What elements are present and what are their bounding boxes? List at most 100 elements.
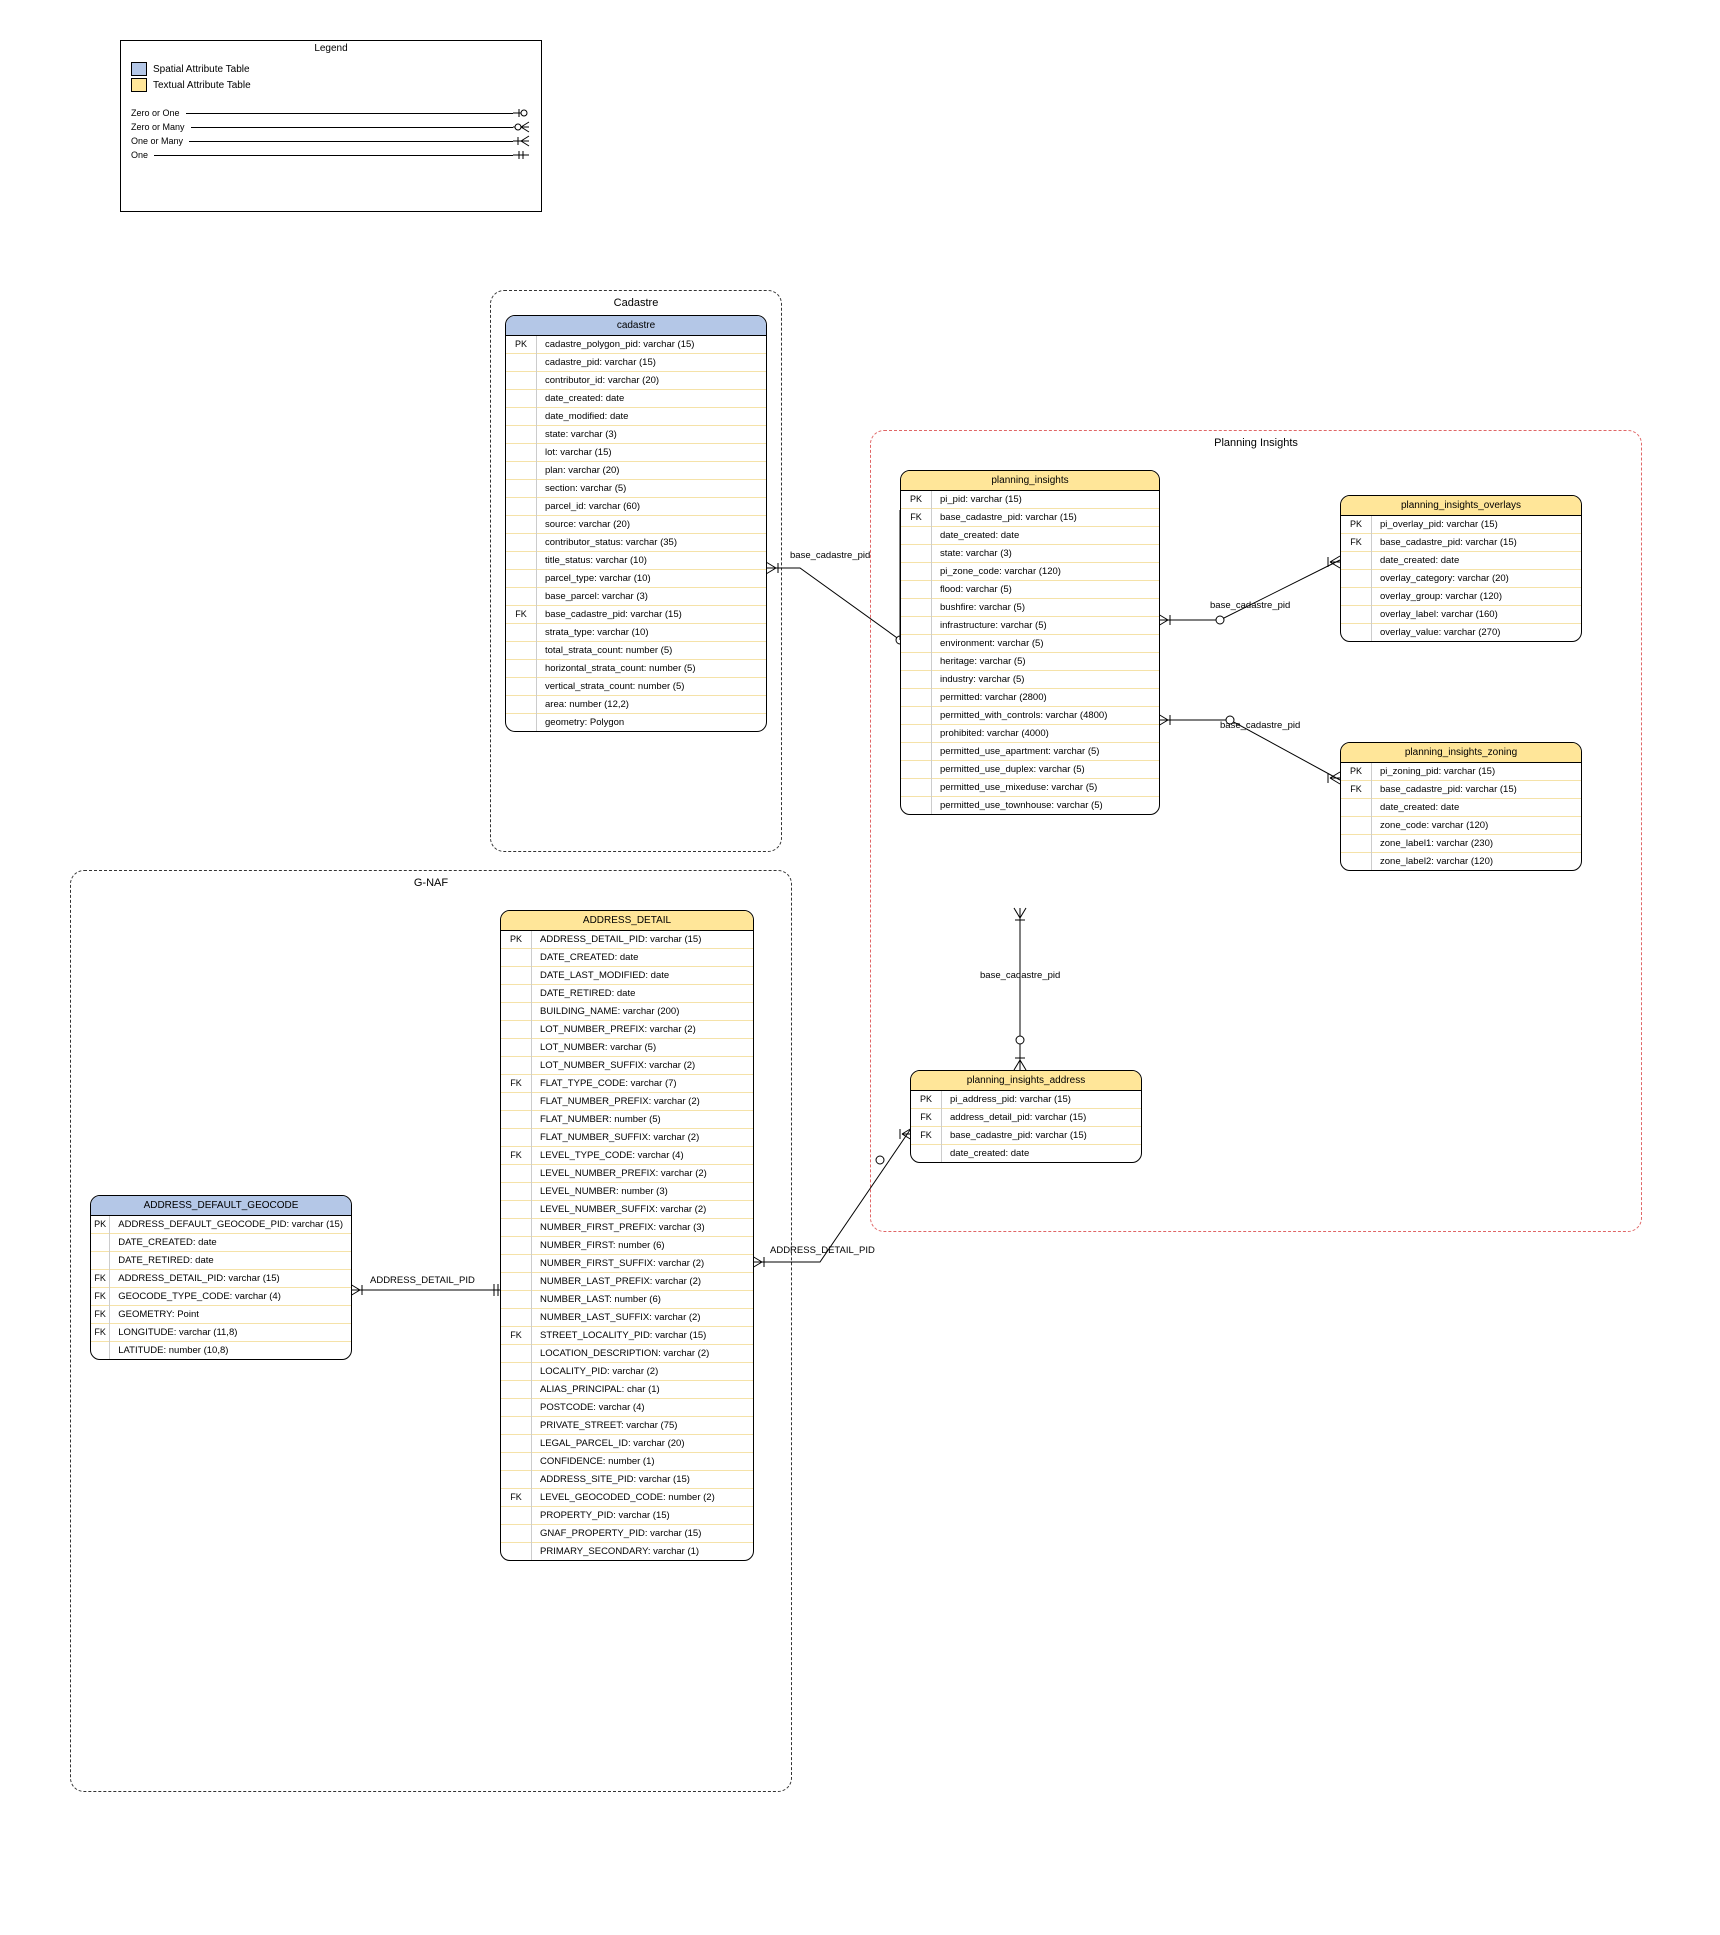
legend-label-spatial: Spatial Attribute Table bbox=[153, 64, 250, 75]
entity-field: FLAT_NUMBER: number (5) bbox=[532, 1111, 754, 1129]
entity-key bbox=[506, 426, 537, 444]
entity-row: PKpi_address_pid: varchar (15) bbox=[911, 1091, 1141, 1109]
entity-row: FKbase_cadastre_pid: varchar (15) bbox=[506, 606, 766, 624]
entity-field: ADDRESS_DETAIL_PID: varchar (15) bbox=[532, 931, 754, 949]
entity-key bbox=[501, 1021, 532, 1039]
entity-row: LOT_NUMBER_SUFFIX: varchar (2) bbox=[501, 1057, 753, 1075]
entity-row: vertical_strata_count: number (5) bbox=[506, 678, 766, 696]
entity-field: date_created: date bbox=[1372, 552, 1582, 570]
entity-row: date_modified: date bbox=[506, 408, 766, 426]
entity-field: DATE_RETIRED: date bbox=[532, 985, 754, 1003]
entity-field: pi_zoning_pid: varchar (15) bbox=[1372, 763, 1582, 781]
entity-row: LOT_NUMBER_PREFIX: varchar (2) bbox=[501, 1021, 753, 1039]
entity-field: source: varchar (20) bbox=[537, 516, 767, 534]
entity-row: PKADDRESS_DEFAULT_GEOCODE_PID: varchar (… bbox=[91, 1216, 351, 1234]
entity-header: planning_insights_overlays bbox=[1341, 496, 1581, 516]
entity-field: base_cadastre_pid: varchar (15) bbox=[942, 1127, 1142, 1145]
rel-label-bc4: base_cadastre_pid bbox=[980, 970, 1060, 981]
entity-key: PK bbox=[1341, 516, 1372, 534]
entity-key: FK bbox=[501, 1147, 532, 1165]
entity-row: date_created: date bbox=[1341, 799, 1581, 817]
entity-key bbox=[501, 1093, 532, 1111]
entity-row: FKSTREET_LOCALITY_PID: varchar (15) bbox=[501, 1327, 753, 1345]
entity-header: ADDRESS_DETAIL bbox=[501, 911, 753, 931]
legend-crow-one-many: One or Many bbox=[131, 136, 183, 146]
entity-key bbox=[1341, 552, 1372, 570]
entity-key: FK bbox=[1341, 781, 1372, 799]
entity-field: lot: varchar (15) bbox=[537, 444, 767, 462]
entity-key bbox=[91, 1252, 110, 1270]
entity-row: FKbase_cadastre_pid: varchar (15) bbox=[901, 509, 1159, 527]
entity-planning-insights-zoning: planning_insights_zoningPKpi_zoning_pid:… bbox=[1340, 742, 1582, 871]
entity-row: DATE_CREATED: date bbox=[91, 1234, 351, 1252]
entity-row: heritage: varchar (5) bbox=[901, 653, 1159, 671]
entity-field: total_strata_count: number (5) bbox=[537, 642, 767, 660]
entity-key bbox=[501, 1453, 532, 1471]
group-title-planning: Planning Insights bbox=[871, 437, 1641, 449]
entity-key bbox=[501, 1363, 532, 1381]
entity-row: date_created: date bbox=[506, 390, 766, 408]
entity-row: FKbase_cadastre_pid: varchar (15) bbox=[1341, 781, 1581, 799]
rel-label-adp1: ADDRESS_DETAIL_PID bbox=[370, 1275, 475, 1286]
entity-key bbox=[506, 696, 537, 714]
entity-key bbox=[506, 642, 537, 660]
entity-field: base_cadastre_pid: varchar (15) bbox=[537, 606, 767, 624]
entity-row: date_created: date bbox=[1341, 552, 1581, 570]
entity-field: permitted_use_mixeduse: varchar (5) bbox=[932, 779, 1160, 797]
entity-field: NUMBER_FIRST: number (6) bbox=[532, 1237, 754, 1255]
entity-row: permitted_use_apartment: varchar (5) bbox=[901, 743, 1159, 761]
entity-key bbox=[901, 617, 932, 635]
entity-row: strata_type: varchar (10) bbox=[506, 624, 766, 642]
entity-row: overlay_label: varchar (160) bbox=[1341, 606, 1581, 624]
entity-field: LEVEL_TYPE_CODE: varchar (4) bbox=[532, 1147, 754, 1165]
entity-field: flood: varchar (5) bbox=[932, 581, 1160, 599]
entity-key bbox=[506, 372, 537, 390]
entity-row: date_created: date bbox=[901, 527, 1159, 545]
entity-field: base_cadastre_pid: varchar (15) bbox=[932, 509, 1160, 527]
entity-key bbox=[1341, 799, 1372, 817]
entity-key bbox=[901, 797, 932, 815]
entity-field: LEGAL_PARCEL_ID: varchar (20) bbox=[532, 1435, 754, 1453]
entity-field: NUMBER_FIRST_PREFIX: varchar (3) bbox=[532, 1219, 754, 1237]
entity-field: date_created: date bbox=[942, 1145, 1142, 1163]
entity-field: base_parcel: varchar (3) bbox=[537, 588, 767, 606]
entity-field: environment: varchar (5) bbox=[932, 635, 1160, 653]
legend-swatch-spatial bbox=[131, 62, 147, 76]
legend-label-textual: Textual Attribute Table bbox=[153, 80, 251, 91]
entity-key: PK bbox=[506, 336, 537, 354]
entity-key bbox=[506, 714, 537, 732]
entity-row: bushfire: varchar (5) bbox=[901, 599, 1159, 617]
entity-field: horizontal_strata_count: number (5) bbox=[537, 660, 767, 678]
entity-row: base_parcel: varchar (3) bbox=[506, 588, 766, 606]
entity-field: LEVEL_NUMBER_PREFIX: varchar (2) bbox=[532, 1165, 754, 1183]
entity-field: state: varchar (3) bbox=[537, 426, 767, 444]
entity-field: cadastre_pid: varchar (15) bbox=[537, 354, 767, 372]
entity-row: state: varchar (3) bbox=[901, 545, 1159, 563]
entity-row: total_strata_count: number (5) bbox=[506, 642, 766, 660]
entity-field: parcel_type: varchar (10) bbox=[537, 570, 767, 588]
entity-header: ADDRESS_DEFAULT_GEOCODE bbox=[91, 1196, 351, 1216]
entity-field: NUMBER_FIRST_SUFFIX: varchar (2) bbox=[532, 1255, 754, 1273]
entity-key: FK bbox=[91, 1324, 110, 1342]
entity-key bbox=[501, 1237, 532, 1255]
entity-row: permitted: varchar (2800) bbox=[901, 689, 1159, 707]
entity-key bbox=[901, 761, 932, 779]
entity-field: zone_label2: varchar (120) bbox=[1372, 853, 1582, 871]
erd-canvas: Legend Spatial Attribute Table Textual A… bbox=[0, 0, 1720, 1935]
entity-key: FK bbox=[501, 1327, 532, 1345]
entity-field: industry: varchar (5) bbox=[932, 671, 1160, 689]
entity-row: PRIMARY_SECONDARY: varchar (1) bbox=[501, 1543, 753, 1561]
entity-field: section: varchar (5) bbox=[537, 480, 767, 498]
entity-key bbox=[901, 581, 932, 599]
entity-key bbox=[1341, 853, 1372, 871]
entity-row: FKFLAT_TYPE_CODE: varchar (7) bbox=[501, 1075, 753, 1093]
entity-row: FKbase_cadastre_pid: varchar (15) bbox=[911, 1127, 1141, 1145]
entity-key bbox=[1341, 835, 1372, 853]
group-title-gnaf: G-NAF bbox=[71, 877, 791, 889]
entity-key bbox=[1341, 570, 1372, 588]
entity-field: permitted: varchar (2800) bbox=[932, 689, 1160, 707]
entity-key bbox=[1341, 817, 1372, 835]
entity-field: pi_overlay_pid: varchar (15) bbox=[1372, 516, 1582, 534]
entity-row: NUMBER_FIRST: number (6) bbox=[501, 1237, 753, 1255]
entity-key bbox=[506, 516, 537, 534]
